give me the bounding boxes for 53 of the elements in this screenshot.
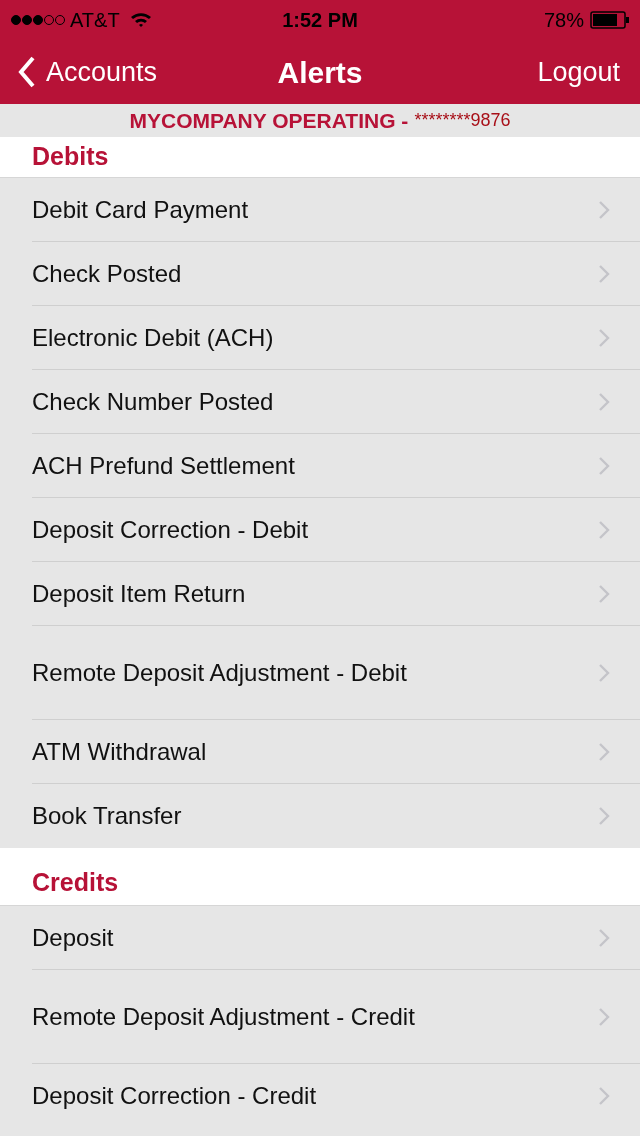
alert-row[interactable]: Book Transfer: [0, 784, 640, 848]
chevron-icon: [598, 806, 610, 826]
alert-row[interactable]: Remote Deposit Adjustment - Debit: [0, 626, 640, 720]
account-number: ********9876: [414, 109, 511, 132]
section-title: Debits: [32, 140, 109, 172]
chevron-icon: [598, 455, 610, 476]
alert-label: Check Posted: [32, 258, 183, 289]
chevron-icon: [598, 263, 610, 284]
wifi-icon: [129, 12, 152, 28]
logout-button[interactable]: Logout: [537, 51, 622, 93]
alert-row[interactable]: Debit Card Payment: [0, 178, 640, 242]
alert-label: Deposit: [32, 922, 115, 953]
chevron-icon: [598, 741, 610, 762]
status-time: 1:52 PM: [282, 8, 358, 33]
chevron-icon: [598, 927, 610, 948]
signal-icon: [10, 14, 66, 26]
nav-title: Alerts: [277, 54, 363, 91]
alert-row[interactable]: Deposit: [0, 906, 640, 970]
chevron-icon: [598, 199, 610, 220]
alert-label: Book Transfer: [32, 801, 183, 831]
alert-label: Electronic Debit (ACH): [32, 322, 275, 353]
chevron-icon: [598, 662, 610, 683]
battery-icon: [590, 11, 630, 29]
alert-label: ATM Withdrawal: [32, 736, 208, 767]
chevron-icon: [598, 1086, 610, 1106]
alert-label: ACH Prefund Settlement: [32, 450, 296, 481]
section-title: Credits: [32, 866, 119, 898]
battery-percent: 78%: [543, 8, 584, 33]
back-chevron-icon: [18, 56, 36, 88]
chevron-icon: [598, 327, 610, 348]
alert-row[interactable]: Electronic Debit (ACH): [0, 306, 640, 370]
alert-label: Debit Card Payment: [32, 194, 250, 225]
alert-label: Deposit Correction - Debit: [32, 514, 310, 545]
alert-label: Check Number Posted: [32, 386, 275, 417]
alert-row[interactable]: Check Posted: [0, 242, 640, 306]
alert-label: Deposit Correction - Credit: [32, 1081, 318, 1111]
back-button[interactable]: Accounts: [18, 51, 158, 93]
alert-row[interactable]: Deposit Correction - Credit: [0, 1064, 640, 1128]
alert-row[interactable]: Remote Deposit Adjustment - Credit: [0, 970, 640, 1064]
account-name: MYCOMPANY OPERATING -: [129, 107, 409, 134]
alert-label: Deposit Item Return: [32, 578, 247, 609]
alert-label: Remote Deposit Adjustment - Credit: [32, 1001, 416, 1032]
chevron-icon: [598, 583, 610, 604]
alert-row[interactable]: Deposit Correction - Debit: [0, 498, 640, 562]
chevron-icon: [598, 391, 610, 412]
alert-row[interactable]: Deposit Item Return: [0, 562, 640, 626]
alert-row[interactable]: ATM Withdrawal: [0, 720, 640, 784]
carrier-name: AT&T: [70, 8, 120, 33]
alert-row[interactable]: Check Number Posted: [0, 370, 640, 434]
chevron-icon: [598, 519, 610, 540]
alert-row[interactable]: ACH Prefund Settlement: [0, 434, 640, 498]
alert-label: Remote Deposit Adjustment - Debit: [32, 657, 408, 688]
chevron-icon: [598, 1006, 610, 1027]
